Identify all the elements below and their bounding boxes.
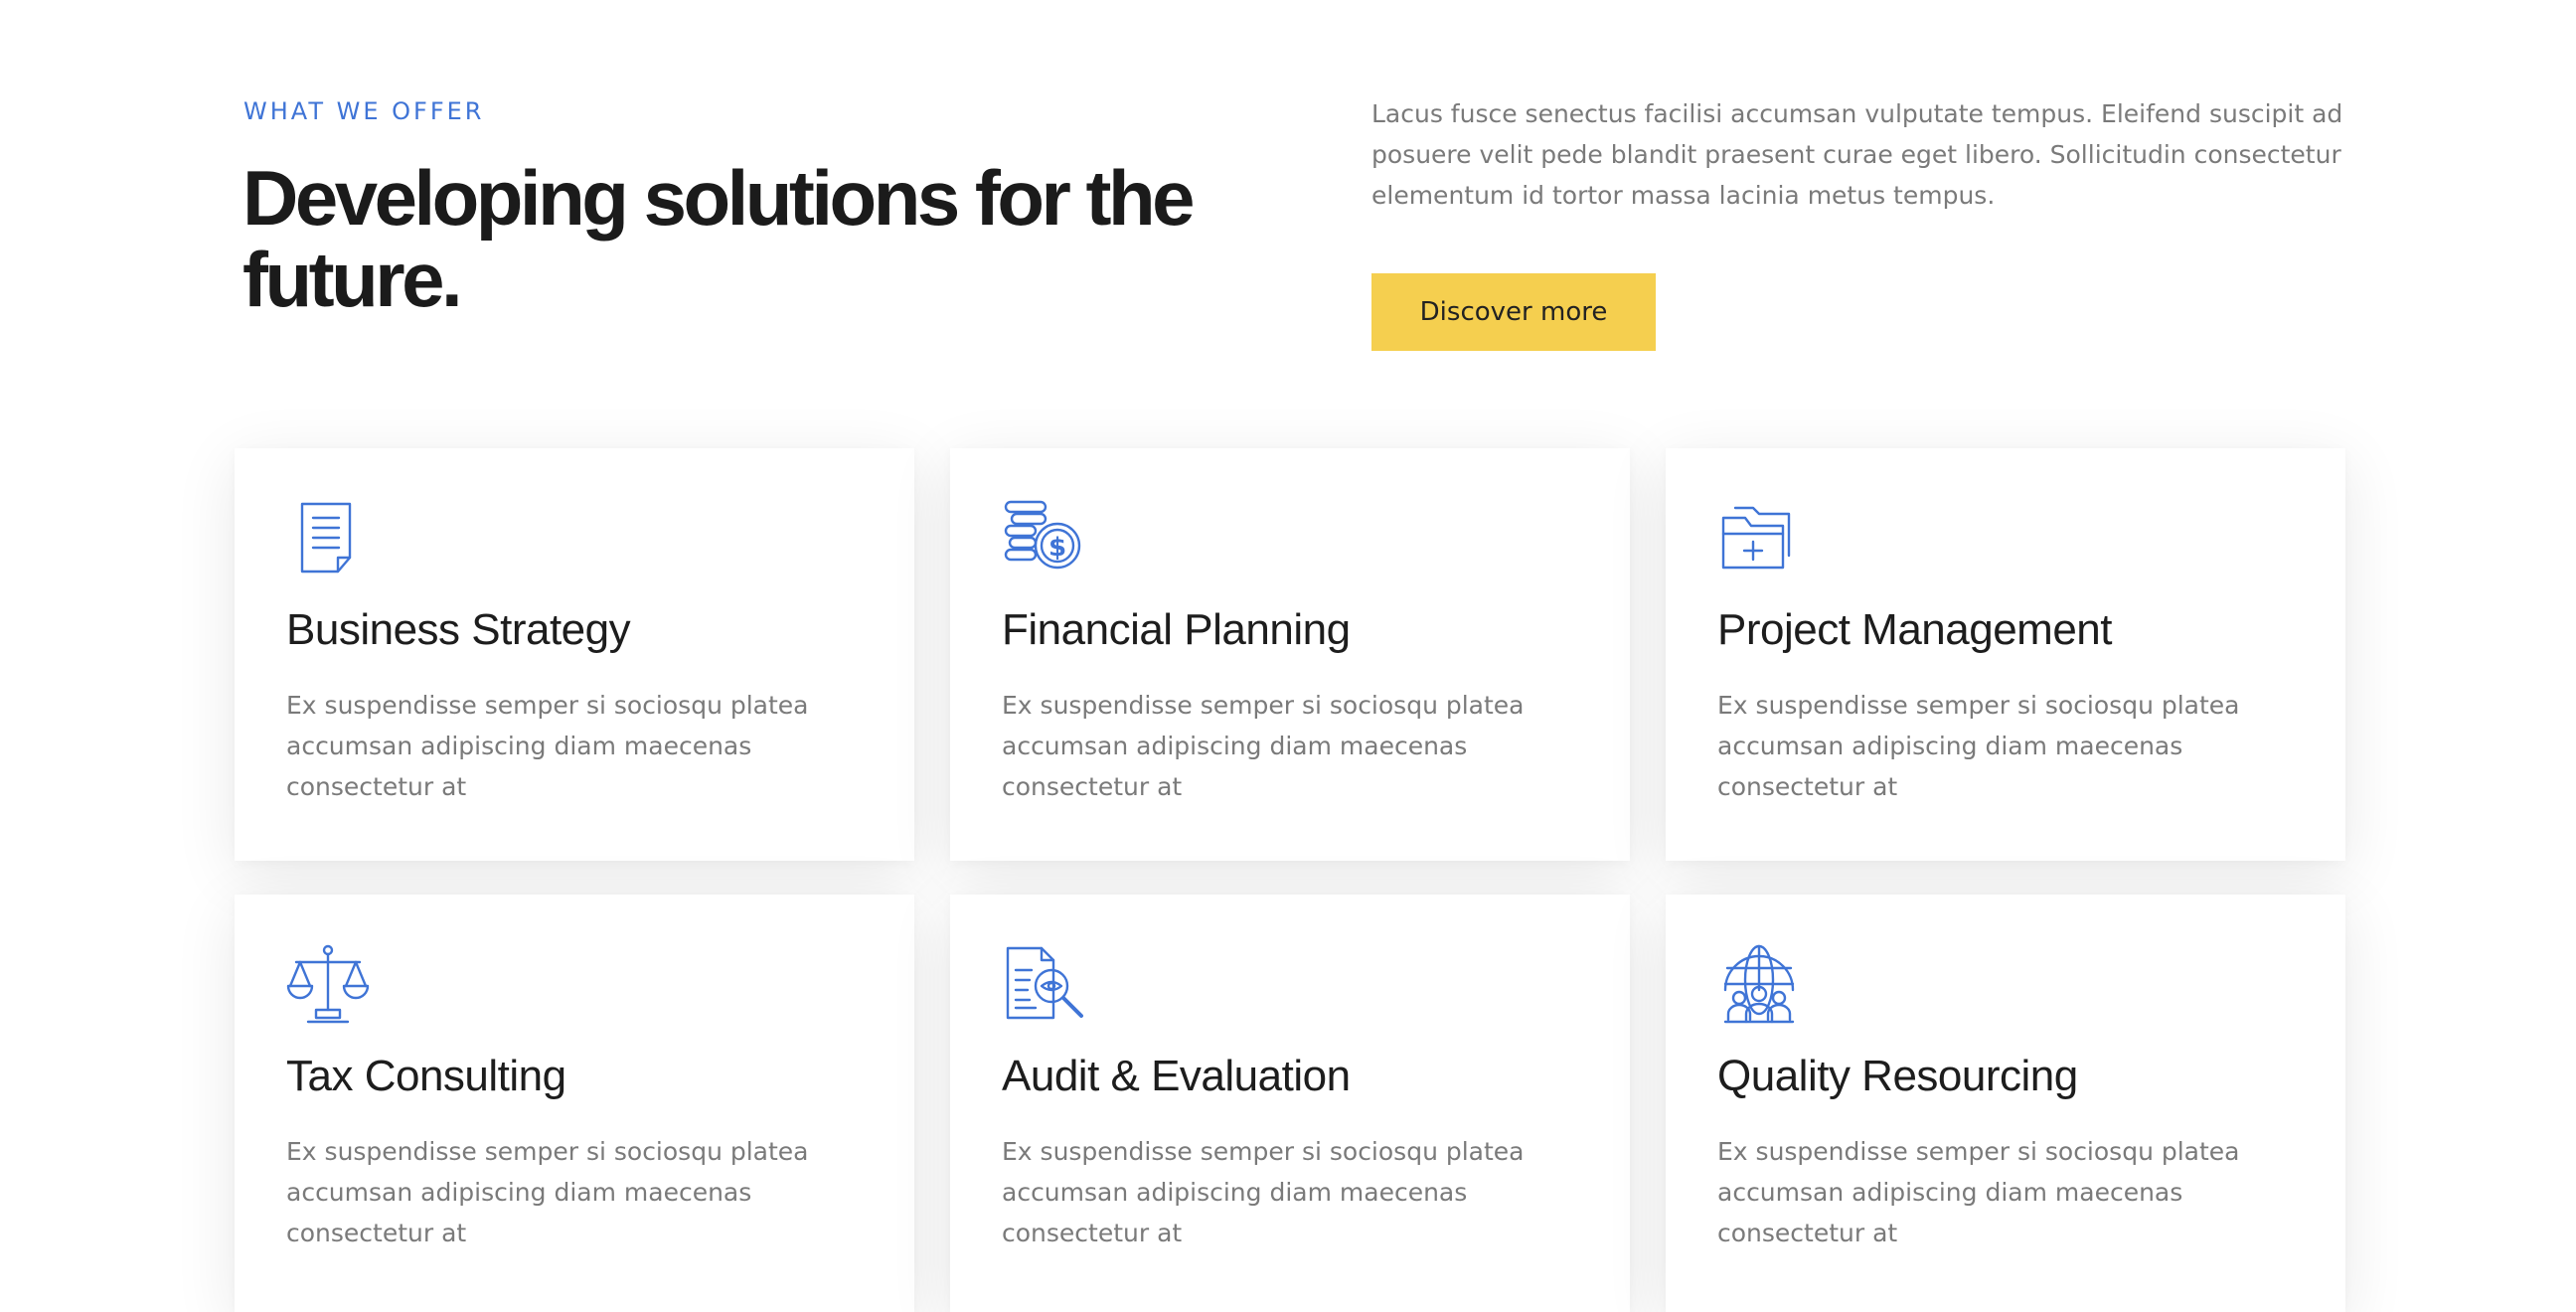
section-headline: Developing solutions for the future. xyxy=(242,157,1236,320)
services-grid: Business Strategy Ex suspendisse semper … xyxy=(235,448,2349,1312)
service-title: Audit & Evaluation xyxy=(1002,1052,1351,1100)
service-card-business-strategy[interactable]: Business Strategy Ex suspendisse semper … xyxy=(235,448,914,861)
service-description: Ex suspendisse semper si sociosqu platea… xyxy=(1717,691,2240,801)
service-description: Ex suspendisse semper si sociosqu platea… xyxy=(1002,1137,1525,1247)
service-card-tax-consulting[interactable]: Tax Consulting Ex suspendisse semper si … xyxy=(235,895,914,1312)
balance-scale-icon xyxy=(286,942,370,1026)
service-card-project-management[interactable]: Project Management Ex suspendisse semper… xyxy=(1666,448,2345,861)
folder-plus-icon xyxy=(1717,496,1801,579)
service-card-financial-planning[interactable]: $ Financial Planning Ex suspendisse semp… xyxy=(950,448,1630,861)
service-card-quality-resourcing[interactable]: Quality Resourcing Ex suspendisse semper… xyxy=(1666,895,2345,1312)
section-eyebrow: WHAT WE OFFER xyxy=(243,97,485,125)
service-description: Ex suspendisse semper si sociosqu platea… xyxy=(286,691,809,801)
service-description: Ex suspendisse semper si sociosqu platea… xyxy=(1002,691,1525,801)
service-description: Ex suspendisse semper si sociosqu platea… xyxy=(286,1137,809,1247)
headline-line-2: future. xyxy=(242,236,463,323)
service-card-audit-evaluation[interactable]: Audit & Evaluation Ex suspendisse semper… xyxy=(950,895,1630,1312)
svg-text:$: $ xyxy=(1048,533,1066,563)
section-intro: Lacus fusce senectus facilisi accumsan v… xyxy=(1371,99,2343,210)
document-icon xyxy=(286,496,370,579)
coins-dollar-icon: $ xyxy=(1002,496,1085,579)
headline-line-1: Developing solutions for the xyxy=(242,154,1196,242)
document-search-icon xyxy=(1002,942,1085,1026)
service-title: Financial Planning xyxy=(1002,605,1351,654)
service-title: Business Strategy xyxy=(286,605,631,654)
service-description: Ex suspendisse semper si sociosqu platea… xyxy=(1717,1137,2240,1247)
service-title: Tax Consulting xyxy=(286,1052,566,1100)
service-title: Quality Resourcing xyxy=(1717,1052,2078,1100)
offer-header: WHAT WE OFFER Developing solutions for t… xyxy=(0,0,2576,398)
discover-more-button[interactable]: Discover more xyxy=(1371,273,1656,351)
service-title: Project Management xyxy=(1717,605,2113,654)
globe-people-icon xyxy=(1717,942,1801,1026)
